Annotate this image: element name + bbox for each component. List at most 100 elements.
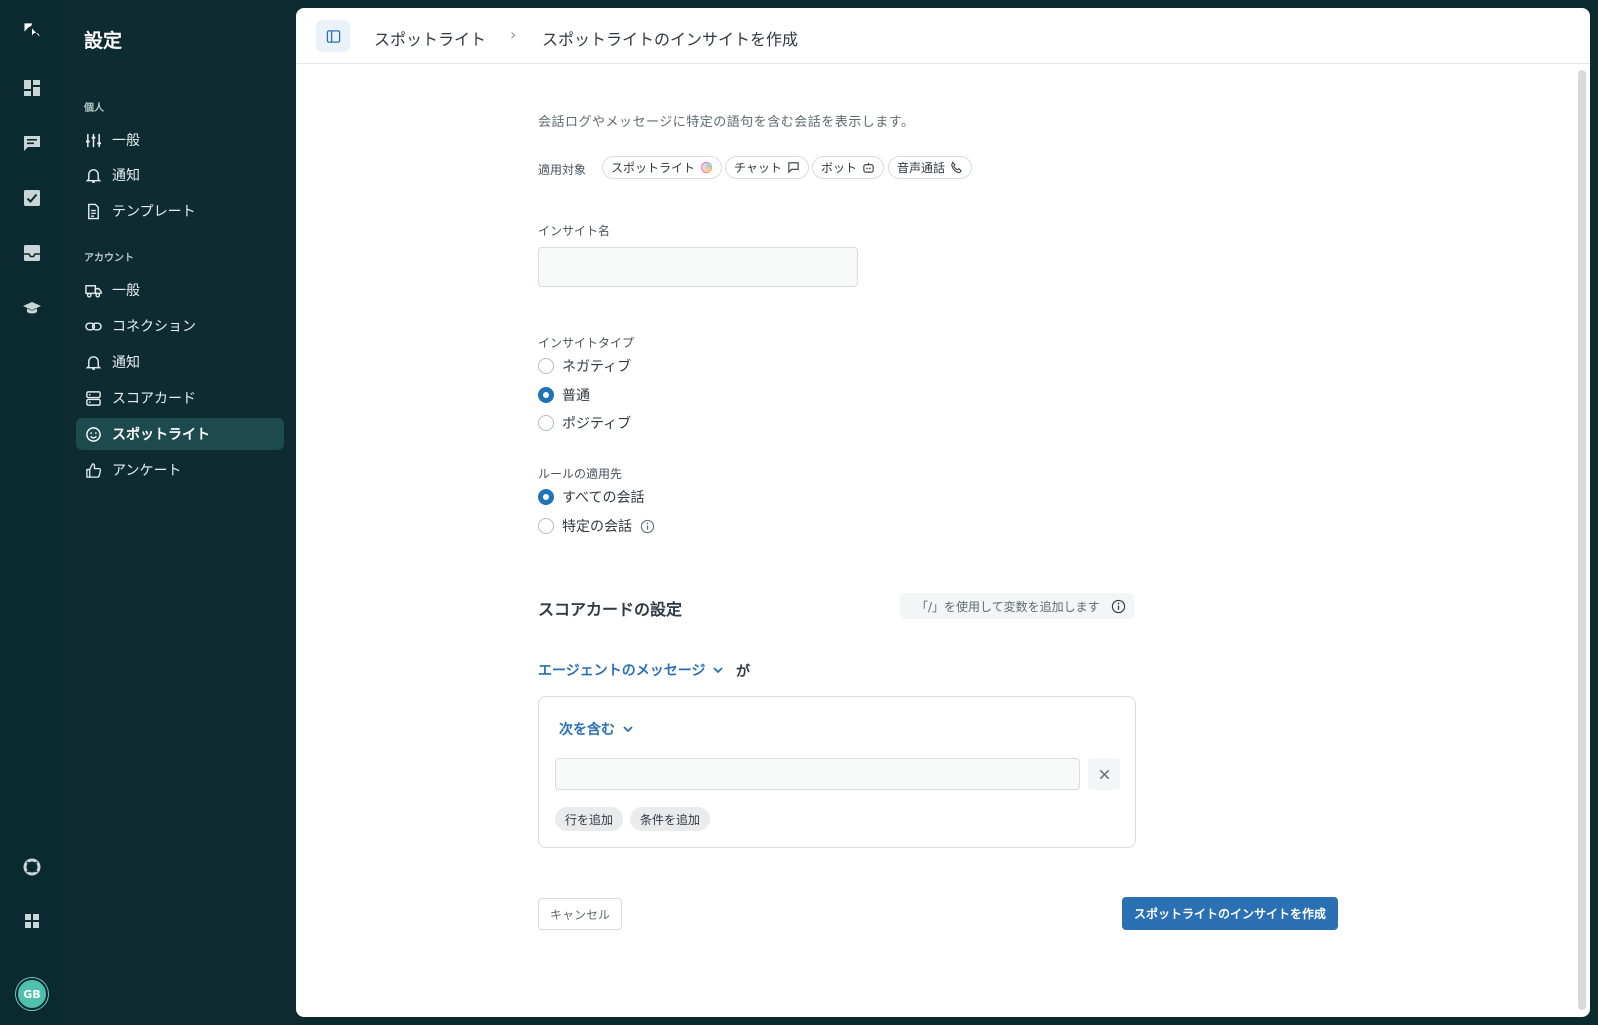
- radio-label: 普通: [562, 388, 590, 404]
- radio-label: ネガティブ: [562, 359, 632, 375]
- insight-name-label: インサイト名: [538, 224, 611, 238]
- chat-bubble-icon: [788, 162, 799, 174]
- sidebar-item-scorecard[interactable]: スコアカード: [76, 382, 284, 414]
- smiley-icon: [84, 425, 102, 443]
- account-section-label: アカウント: [84, 253, 134, 264]
- help-lifebuoy-icon[interactable]: [18, 853, 46, 881]
- zendesk-logo-icon[interactable]: [18, 16, 46, 44]
- link-icon: [84, 317, 102, 335]
- breadcrumb-parent-link[interactable]: スポットライト: [374, 26, 486, 50]
- document-icon: [84, 202, 102, 220]
- chevron-down-icon: [713, 667, 724, 674]
- rule-target-label: ルールの適用先: [538, 467, 623, 481]
- sidebar-item-templates[interactable]: テンプレート: [76, 195, 284, 227]
- sidebar-item-survey[interactable]: アンケート: [76, 454, 284, 486]
- dropdown-label: エージェントのメッセージ: [538, 663, 706, 679]
- sidebar-toggle-button[interactable]: [316, 20, 350, 52]
- chip-chat: チャット: [725, 156, 809, 179]
- settings-sidebar: 設定 個人 一般 通知 テンプレート アカウント 一般 コネクション 通知 スコ…: [64, 0, 296, 1025]
- phone-icon: [951, 161, 962, 174]
- sidebar-item-personal-general[interactable]: 一般: [76, 124, 284, 156]
- sidebar-item-label: 一般: [112, 133, 140, 149]
- chevron-down-icon: [623, 726, 633, 733]
- chip-voice-call: 音声通話: [888, 156, 973, 179]
- dropdown-label: 次を含む: [559, 722, 615, 738]
- sidebar-item-label: スポットライト: [112, 427, 210, 443]
- apps-grid-icon[interactable]: [18, 907, 46, 935]
- user-avatar[interactable]: GB: [16, 978, 48, 1010]
- condition-box: 次を含む 行を追加 条件を追加: [538, 696, 1136, 848]
- chip-label: ボット: [821, 161, 858, 175]
- remove-row-button[interactable]: [1088, 758, 1120, 790]
- info-icon[interactable]: [640, 519, 655, 534]
- sliders-icon: [84, 131, 102, 149]
- condition-value-input[interactable]: [555, 758, 1080, 790]
- radio-label: すべての会話: [562, 490, 645, 506]
- sidebar-item-label: 一般: [112, 283, 140, 299]
- breadcrumb-current: スポットライトのインサイトを作成: [542, 30, 799, 49]
- add-row-button[interactable]: 行を追加: [555, 807, 624, 831]
- graduation-cap-icon[interactable]: [18, 294, 46, 322]
- sidebar-item-label: 通知: [112, 168, 140, 184]
- chip-label: スポットライト: [611, 161, 696, 175]
- create-insight-button[interactable]: スポットライトのインサイトを作成: [1122, 897, 1338, 930]
- tasks-icon[interactable]: [18, 184, 46, 212]
- radio-normal[interactable]: 普通: [538, 385, 590, 405]
- sidebar-item-connections[interactable]: コネクション: [76, 310, 284, 342]
- sidebar-item-label: コネクション: [112, 319, 196, 335]
- variable-hint-text: 「/」を使用して変数を追加します: [916, 599, 1100, 614]
- radio-all-conversations[interactable]: すべての会話: [538, 487, 644, 507]
- conversations-icon[interactable]: [18, 129, 46, 157]
- chip-label: チャット: [734, 161, 782, 175]
- chip-label: 音声通話: [897, 161, 946, 175]
- sidebar-item-personal-notifications[interactable]: 通知: [76, 159, 284, 191]
- applies-to-label: 適用対象: [538, 163, 587, 177]
- panel-left-icon: [326, 29, 340, 43]
- truck-icon: [84, 281, 102, 299]
- server-icon: [84, 389, 102, 407]
- insight-name-input[interactable]: [538, 247, 858, 287]
- chip-spotlight: スポットライト: [602, 156, 723, 179]
- bot-icon: [863, 162, 874, 173]
- bell-icon: [84, 353, 102, 371]
- radio-negative[interactable]: ネガティブ: [538, 356, 631, 376]
- sidebar-item-account-notifications[interactable]: 通知: [76, 346, 284, 378]
- chip-bot: ボット: [812, 156, 885, 179]
- bell-icon: [84, 166, 102, 184]
- dashboard-icon[interactable]: [18, 74, 46, 102]
- spotlight-icon: [700, 161, 713, 174]
- sidebar-item-label: スコアカード: [112, 391, 196, 407]
- radio-circle: [538, 489, 554, 505]
- radio-specific-conversations[interactable]: 特定の会話: [538, 516, 655, 536]
- sidebar-item-spotlight[interactable]: スポットライト: [76, 418, 284, 450]
- main-panel: スポットライト › スポットライトのインサイトを作成 会話ログやメッセージに特定…: [296, 8, 1590, 1017]
- icon-rail: GB: [0, 0, 64, 1025]
- page-description: 会話ログやメッセージに特定の語句を含む会話を表示します。: [538, 115, 915, 130]
- radio-label: ポジティブ: [562, 416, 632, 432]
- sidebar-item-label: 通知: [112, 355, 140, 371]
- info-icon[interactable]: [1111, 599, 1126, 614]
- cancel-button[interactable]: キャンセル: [538, 898, 622, 930]
- top-bar: スポットライト › スポットライトのインサイトを作成: [296, 8, 1590, 64]
- agent-message-dropdown[interactable]: エージェントのメッセージ: [538, 660, 725, 680]
- sidebar-item-label: アンケート: [112, 463, 182, 479]
- condition-operator-dropdown[interactable]: 次を含む: [559, 719, 635, 739]
- radio-circle: [538, 358, 554, 374]
- breadcrumb-chevron-icon: ›: [510, 25, 517, 44]
- radio-label: 特定の会話: [562, 519, 632, 535]
- radio-circle: [538, 387, 554, 403]
- personal-section-label: 個人: [84, 103, 104, 114]
- sidebar-item-label: テンプレート: [112, 204, 196, 220]
- variable-hint: 「/」を使用して変数を追加します: [900, 593, 1134, 619]
- radio-circle: [538, 415, 554, 431]
- close-icon: [1099, 769, 1109, 779]
- scorecard-settings-title: スコアカードの設定: [538, 600, 683, 619]
- radio-positive[interactable]: ポジティブ: [538, 413, 631, 433]
- scrollbar[interactable]: [1578, 70, 1586, 1010]
- agent-suffix: が: [736, 664, 750, 680]
- thumbs-up-icon: [84, 461, 102, 479]
- sidebar-item-account-general[interactable]: 一般: [76, 274, 284, 306]
- add-condition-button[interactable]: 条件を追加: [630, 807, 711, 831]
- inbox-icon[interactable]: [18, 239, 46, 267]
- radio-circle: [538, 518, 554, 534]
